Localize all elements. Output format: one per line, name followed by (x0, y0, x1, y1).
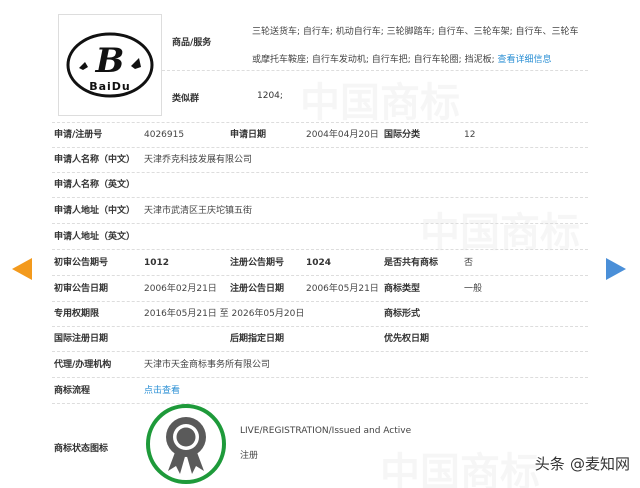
goods-services-label: 商品/服务 (172, 38, 212, 48)
application-date-label: 申请日期 (230, 130, 267, 140)
agent-label: 代理/办理机构 (54, 360, 112, 370)
shared-mark-label: 是否共有商标 (384, 258, 439, 268)
next-arrow-button[interactable] (606, 258, 626, 280)
similar-group-label: 类似群 (172, 94, 200, 104)
international-class-value: 12 (464, 130, 476, 140)
trademark-form-label: 商标形式 (384, 309, 421, 319)
table-row: 申请人名称（英文） (52, 173, 588, 198)
agent-value: 天津市天金商标事务所有限公司 (144, 360, 271, 370)
prelim-pub-date-value: 2006年02月21日 (144, 284, 217, 294)
table-row: 初审公告期号 1012 注册公告期号 1024 是否共有商标 否 (52, 251, 588, 276)
application-date-value: 2004年04月20日 (306, 130, 379, 140)
table-row: 专用权期限 2016年05月21日 至 2026年05月20日 商标形式 (52, 302, 588, 327)
svg-text:BaiDu: BaiDu (89, 80, 131, 93)
status-english-text: LIVE/REGISTRATION/Issued and Active (240, 426, 412, 436)
applicant-cn-value: 天津乔克科技发展有限公司 (144, 155, 253, 165)
trademark-flow-label: 商标流程 (54, 386, 91, 396)
trademark-detail-panel: B BaiDu 商品/服务 三轮送货车; 自行车; 机动自行车; 三轮脚踏车; … (44, 0, 588, 488)
table-row: 申请人地址（中文） 天津市武清区王庆坨镇五街 (52, 199, 588, 224)
international-class-label: 国际分类 (384, 130, 421, 140)
trademark-type-value: 一般 (464, 284, 483, 294)
status-chinese-text: 注册 (240, 451, 259, 461)
exclusive-period-value: 2016年05月21日 至 2026年05月20日 (144, 309, 305, 319)
svg-text:B: B (95, 41, 125, 81)
award-ribbon-icon (166, 417, 206, 474)
later-designation-date-label: 后期指定日期 (230, 334, 285, 344)
prelim-pub-number-value: 1012 (144, 258, 170, 268)
application-number-value: 4026915 (144, 130, 185, 140)
reg-pub-date-value: 2006年05月21日 (306, 284, 379, 294)
trademark-type-label: 商标类型 (384, 284, 421, 294)
registered-status-seal-icon (146, 404, 226, 484)
address-en-label: 申请人地址（英文） (54, 232, 136, 242)
intl-reg-date-label: 国际注册日期 (54, 334, 109, 344)
view-details-link[interactable]: 查看详细信息 (497, 55, 551, 65)
application-number-label: 申请/注册号 (54, 130, 103, 140)
source-watermark: 头条 @麦知网 (534, 455, 630, 473)
previous-arrow-button[interactable] (12, 258, 32, 280)
similar-group-value: 1204; (257, 91, 283, 101)
shared-mark-value: 否 (464, 258, 474, 268)
table-row: 申请人地址（英文） (52, 225, 588, 250)
goods-services-text: 三轮送货车; 自行车; 机动自行车; 三轮脚踏车; 自行车、三轮车架; 自行车、… (252, 27, 579, 65)
reg-pub-date-label: 注册公告日期 (230, 284, 285, 294)
table-row: 国际注册日期 后期指定日期 优先权日期 (52, 327, 588, 352)
table-row: 初审公告日期 2006年02月21日 注册公告日期 2006年05月21日 商标… (52, 277, 588, 302)
exclusive-period-label: 专用权期限 (54, 309, 100, 319)
table-row: 申请/注册号 4026915 申请日期 2004年04月20日 国际分类 12 (52, 123, 588, 148)
applicant-cn-label: 申请人名称（中文） (54, 155, 136, 165)
reg-pub-number-value: 1024 (306, 258, 332, 268)
trademark-logo-image: B BaiDu (58, 14, 162, 116)
view-flow-link[interactable]: 点击查看 (144, 379, 180, 404)
applicant-en-label: 申请人名称（英文） (54, 180, 136, 190)
table-row: 商标流程 点击查看 (52, 379, 588, 404)
address-cn-label: 申请人地址（中文） (54, 206, 136, 216)
baidu-logo-icon: B BaiDu (66, 32, 154, 98)
prelim-pub-number-label: 初审公告期号 (54, 258, 109, 268)
table-row: 申请人名称（中文） 天津乔克科技发展有限公司 (52, 148, 588, 173)
priority-date-label: 优先权日期 (384, 334, 430, 344)
prelim-pub-date-label: 初审公告日期 (54, 284, 109, 294)
status-icon-label: 商标状态图标 (54, 444, 109, 454)
address-cn-value: 天津市武清区王庆坨镇五街 (144, 206, 253, 216)
reg-pub-number-label: 注册公告期号 (230, 258, 285, 268)
table-row: 代理/办理机构 天津市天金商标事务所有限公司 (52, 353, 588, 378)
